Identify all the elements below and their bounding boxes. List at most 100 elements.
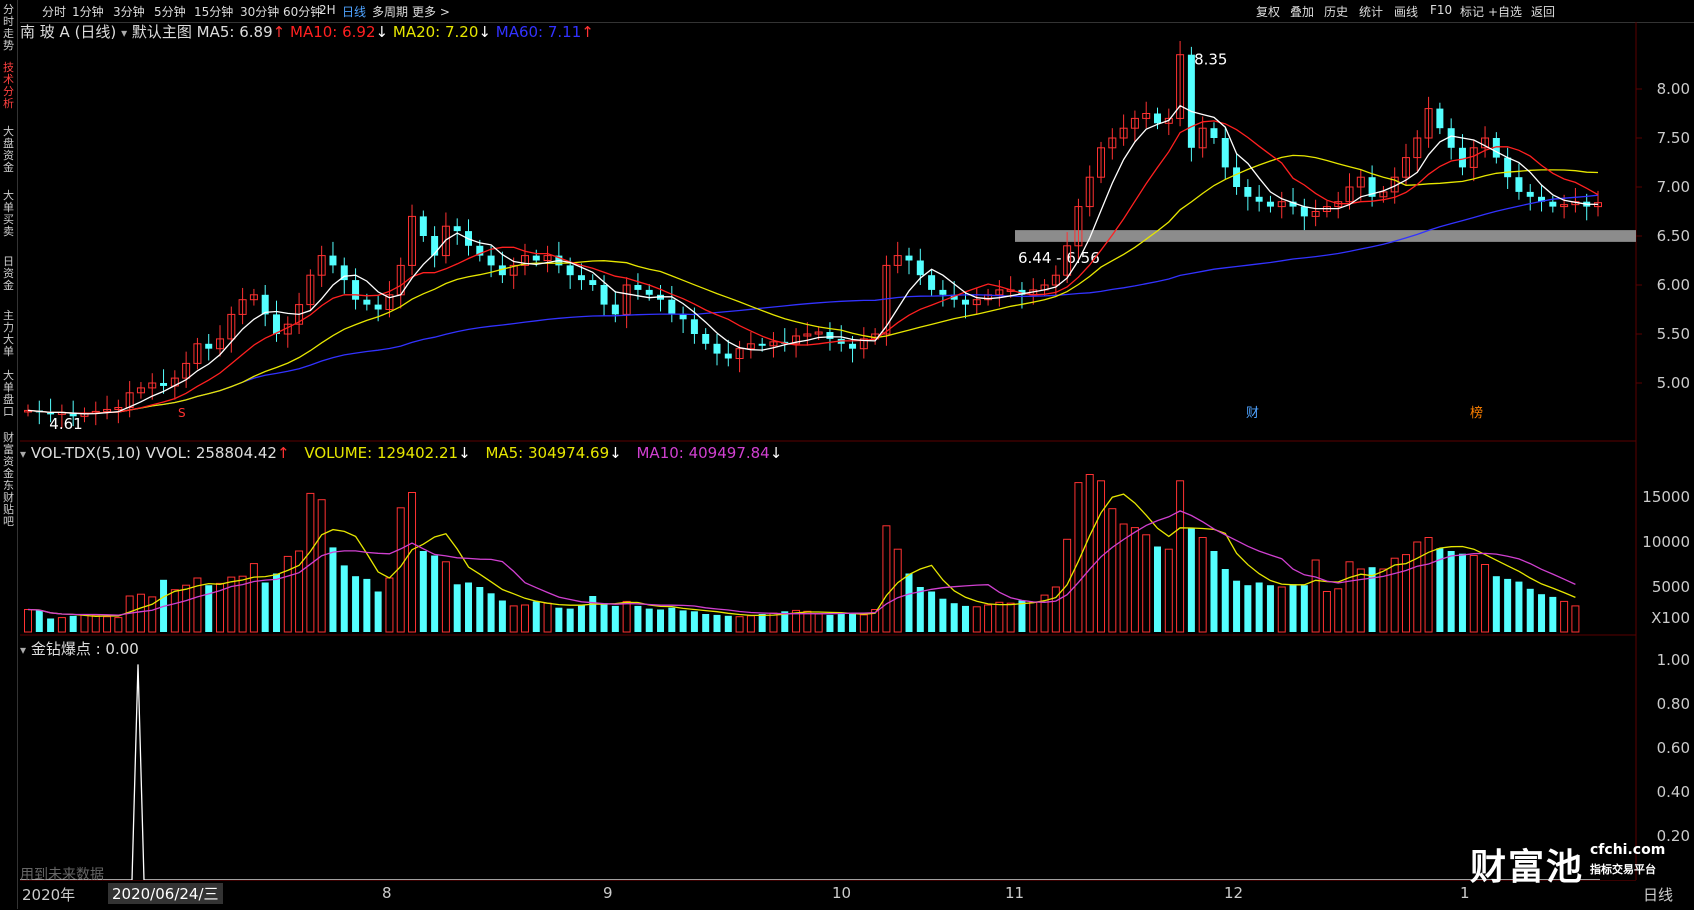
candle-body (826, 332, 834, 339)
month-label: 11 (1005, 884, 1025, 902)
volume-bar (1390, 557, 1399, 633)
indicator-title[interactable]: 金钻爆点 : 0.00 (31, 640, 139, 658)
volume-bar (826, 614, 834, 632)
volume-bar (1164, 548, 1173, 633)
volume-bar (1221, 569, 1229, 632)
candle-body (1233, 167, 1241, 187)
volume-bar (566, 608, 574, 632)
volume-bar (182, 584, 191, 633)
volume-bar (431, 555, 439, 632)
volume-bar (520, 604, 529, 633)
watermark-domain: cfchi.com (1590, 842, 1666, 858)
candle-body (679, 314, 687, 320)
volume-bar (47, 618, 55, 632)
volume-bar (928, 591, 936, 632)
candle-body (1153, 113, 1161, 124)
volume-bar (905, 573, 913, 632)
candle-body (589, 280, 597, 285)
volume-tick: 5000 (1652, 578, 1690, 596)
volume-bar (634, 605, 642, 632)
candle-body (1504, 157, 1512, 178)
price-tick: 6.50 (1657, 227, 1690, 245)
volume-tick: 15000 (1642, 488, 1690, 506)
volume-bar (1153, 546, 1161, 632)
volume-bar (1311, 559, 1320, 633)
volume-bar (1504, 578, 1512, 632)
candle-body (329, 255, 337, 266)
candle-body (690, 319, 698, 334)
vol-volume: VOLUME: 129402.21 (304, 444, 459, 462)
ma5-line (27, 104, 1599, 415)
volume-bar (1142, 534, 1151, 633)
date-axis (20, 880, 1636, 910)
vol-ma5-line (27, 493, 1576, 617)
volume-bar (396, 507, 405, 633)
volume-bar (555, 607, 563, 632)
candle-body (487, 255, 495, 266)
stock-title[interactable]: 南 玻 A (日线) (20, 23, 116, 41)
volume-bar (984, 604, 993, 633)
volume-bar (611, 605, 619, 632)
volume-bar (498, 600, 506, 632)
volume-bar (114, 617, 123, 633)
vol-title[interactable]: VOL-TDX(5,10) VVOL: 258804.42 (31, 444, 277, 462)
volume-bar (837, 613, 845, 632)
candle-body (453, 226, 461, 232)
price-tick: 6.00 (1657, 276, 1690, 294)
candle-body (272, 314, 280, 334)
volume-bar (1300, 585, 1308, 632)
volume-bar (1469, 555, 1478, 633)
arrow-down-icon: ↓ (458, 444, 471, 462)
volume-bar (600, 603, 608, 632)
volume-bar (317, 499, 326, 633)
candle-body (160, 383, 168, 386)
candle-body (374, 304, 382, 310)
volume-bar (24, 609, 32, 633)
volume-bar (1289, 584, 1297, 632)
volume-bar (1277, 586, 1286, 633)
candle-body (645, 289, 653, 295)
volume-bar (1051, 586, 1060, 633)
candle-body (849, 343, 857, 349)
volume-bar (713, 614, 721, 632)
volume-bar (814, 613, 823, 633)
chevron-down-icon[interactable]: ▾ (20, 643, 26, 657)
candle-body (1266, 201, 1274, 207)
year-label: 2020年 (22, 886, 76, 904)
chevron-down-icon[interactable]: ▾ (20, 447, 26, 461)
volume-tick: 10000 (1642, 533, 1690, 551)
marker-s: S (178, 406, 186, 420)
volume-bar (1029, 601, 1038, 633)
candle-body (961, 299, 969, 305)
volume-bar (657, 609, 665, 632)
ma60-value: MA60: 7.11 (495, 23, 582, 41)
volume-bar (1244, 585, 1252, 632)
volume-bar (363, 578, 371, 632)
indicator-name[interactable]: 默认主图 (132, 23, 192, 41)
vol-ma10: MA10: 409497.84 (636, 444, 770, 462)
candle-body (1549, 201, 1557, 207)
chevron-down-icon[interactable]: ▾ (121, 26, 127, 40)
period-label[interactable]: 日线 (1643, 884, 1673, 905)
volume-bar (1413, 541, 1422, 633)
volume-bar (205, 585, 213, 632)
volume-bar (532, 601, 540, 632)
volume-bar (465, 582, 473, 632)
volume-bar (1401, 554, 1410, 633)
volume-bar (702, 614, 710, 632)
candle-body (1526, 191, 1534, 197)
volume-bar (1571, 605, 1580, 633)
candle-body (928, 275, 936, 290)
volume-bar (939, 598, 947, 632)
volume-bar (859, 614, 868, 633)
candle-body (905, 255, 913, 261)
ma20-line (27, 154, 1599, 414)
ma10-line (27, 120, 1599, 414)
volume-bar (543, 602, 552, 633)
volume-bar (589, 596, 597, 632)
volume-bar (329, 547, 337, 632)
candle-body (363, 299, 371, 305)
volume-bar (487, 593, 495, 632)
volume-bar (1560, 600, 1569, 633)
volume-bar (769, 612, 778, 633)
